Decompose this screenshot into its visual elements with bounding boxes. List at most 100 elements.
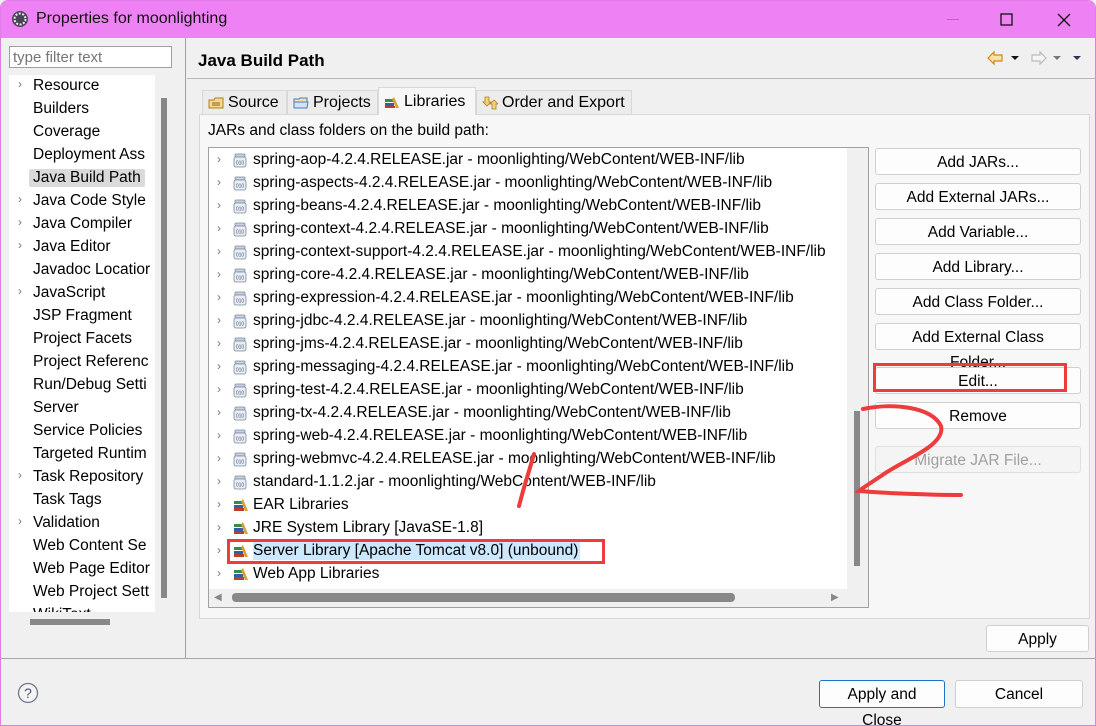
jar-entry[interactable]: › 010 spring-aop-4.2.4.RELEASE.jar - moonl… [209,149,849,172]
chevron-right-icon[interactable]: › [217,221,221,235]
add-external-jars-button[interactable]: Add External JARs... [875,183,1081,210]
library-entry[interactable]: › EAR Libraries [209,494,849,517]
add-library-button[interactable]: Add Library... [875,253,1081,280]
chevron-right-icon[interactable]: › [217,543,221,557]
migrate-jar-button[interactable]: Migrate JAR File... [875,446,1081,473]
chevron-right-icon[interactable]: › [18,284,22,298]
nav-item[interactable]: Service Policies [9,420,155,442]
nav-item[interactable]: Builders [9,98,155,120]
chevron-right-icon[interactable]: › [18,238,22,252]
library-entry[interactable]: › Web App Libraries [209,563,849,586]
remove-button[interactable]: Remove [875,402,1081,429]
chevron-right-icon[interactable]: › [18,215,22,229]
library-entry[interactable]: › Server Library [Apache Tomcat v8.0] (un… [209,540,849,563]
list-vertical-scroll-thumb[interactable] [854,411,860,566]
nav-item[interactable]: › Validation [9,512,155,534]
add-external-class-folder-button[interactable]: Add External Class Folder... [875,323,1081,371]
close-button[interactable] [1041,1,1087,38]
cancel-button[interactable]: Cancel [955,680,1083,708]
pane-divider[interactable] [185,38,186,658]
jar-entry[interactable]: › 010 spring-context-4.2.4.RELEASE.jar - m… [209,218,849,241]
help-icon[interactable]: ? [17,682,39,704]
jar-entry[interactable]: › 010 spring-core-4.2.4.RELEASE.jar - moon… [209,264,849,287]
apply-and-close-button[interactable]: Apply and Close [819,680,945,725]
nav-item[interactable]: Deployment Ass [9,144,155,166]
chevron-right-icon[interactable]: › [217,175,221,189]
forward-menu-chevron-icon[interactable] [1053,56,1061,60]
chevron-right-icon[interactable]: › [18,192,22,206]
jar-entry[interactable]: › 010 spring-web-4.2.4.RELEASE.jar - moonl… [209,425,849,448]
jar-entry[interactable]: › 010 spring-beans-4.2.4.RELEASE.jar - moo… [209,195,849,218]
forward-arrow-icon[interactable] [1031,50,1047,66]
nav-item[interactable]: Javadoc Locatior [9,259,155,281]
chevron-right-icon[interactable]: › [217,497,221,511]
chevron-right-icon[interactable]: › [217,336,221,350]
nav-item[interactable]: › Java Code Style [9,190,155,212]
chevron-right-icon[interactable]: › [18,514,22,528]
library-entry[interactable]: › JRE System Library [JavaSE-1.8] [209,517,849,540]
chevron-right-icon[interactable]: › [217,290,221,304]
nav-item[interactable]: › Java Compiler [9,213,155,235]
maximize-button[interactable] [984,1,1030,38]
chevron-right-icon[interactable]: › [217,405,221,419]
jar-entry[interactable]: › 010 spring-messaging-4.2.4.RELEASE.jar -… [209,356,849,379]
list-horizontal-scrollbar[interactable]: ◀ ▶ [209,589,868,607]
back-menu-chevron-icon[interactable] [1011,56,1019,60]
nav-vertical-scrollbar[interactable] [155,75,175,612]
nav-item[interactable]: › Task Repository [9,466,155,488]
chevron-right-icon[interactable]: › [217,566,221,580]
list-horizontal-scroll-thumb[interactable] [232,593,735,602]
add-class-folder-button[interactable]: Add Class Folder... [875,288,1081,315]
jar-entry[interactable]: › 010 standard-1.1.2.jar - moonlighting/We… [209,471,849,494]
chevron-right-icon[interactable]: › [217,359,221,373]
minimize-button[interactable] [931,1,977,38]
scroll-left-icon[interactable]: ◀ [214,592,222,603]
jar-entry[interactable]: › 010 spring-expression-4.2.4.RELEASE.jar … [209,287,849,310]
tab-source[interactable]: Source [202,90,287,114]
edit-button[interactable]: Edit... [875,367,1081,394]
nav-item[interactable]: Project Facets [9,328,155,350]
jar-entry[interactable]: › 010 spring-jdbc-4.2.4.RELEASE.jar - moon… [209,310,849,333]
jar-entry[interactable]: › 010 spring-jms-4.2.4.RELEASE.jar - moonl… [209,333,849,356]
nav-item[interactable]: Web Content Se [9,535,155,557]
list-vertical-scrollbar[interactable] [847,148,868,589]
chevron-right-icon[interactable]: › [217,382,221,396]
add-jars-button[interactable]: Add JARs... [875,148,1081,175]
nav-item[interactable]: Java Build Path [9,167,155,189]
jar-entry[interactable]: › 010 spring-tx-4.2.4.RELEASE.jar - moonli… [209,402,849,425]
nav-item[interactable]: Targeted Runtim [9,443,155,465]
view-menu-icon[interactable] [1073,56,1081,60]
tab-libraries[interactable]: Libraries [378,87,476,115]
chevron-right-icon[interactable]: › [18,468,22,482]
nav-item[interactable]: Run/Debug Setti [9,374,155,396]
apply-button[interactable]: Apply [986,625,1089,652]
tab-projects[interactable]: Projects [287,90,378,114]
chevron-right-icon[interactable]: › [217,198,221,212]
chevron-right-icon[interactable]: › [217,267,221,281]
scroll-right-icon[interactable]: ▶ [831,592,839,603]
nav-item[interactable]: › JavaScript [9,282,155,304]
tab-order-export[interactable]: Order and Export [476,90,632,114]
nav-item[interactable]: Web Page Editor [9,558,155,580]
add-variable-button[interactable]: Add Variable... [875,218,1081,245]
nav-item[interactable]: Server [9,397,155,419]
jar-entry[interactable]: › 010 spring-webmvc-4.2.4.RELEASE.jar - mo… [209,448,849,471]
chevron-right-icon[interactable]: › [217,474,221,488]
nav-item[interactable]: › Resource [9,75,155,97]
nav-item[interactable]: Task Tags [9,489,155,511]
nav-item[interactable]: Project Referenc [9,351,155,373]
back-arrow-icon[interactable] [987,50,1003,66]
nav-item[interactable]: › Java Editor [9,236,155,258]
nav-vertical-scroll-thumb[interactable] [161,98,167,598]
jar-entry[interactable]: › 010 spring-context-support-4.2.4.RELEASE… [209,241,849,264]
chevron-right-icon[interactable]: › [18,77,22,91]
jar-entry[interactable]: › 010 spring-aspects-4.2.4.RELEASE.jar - m… [209,172,849,195]
chevron-right-icon[interactable]: › [217,313,221,327]
nav-horizontal-scrollbar[interactable] [9,612,175,632]
chevron-right-icon[interactable]: › [217,152,221,166]
nav-horizontal-scroll-thumb[interactable] [30,619,110,625]
chevron-right-icon[interactable]: › [217,451,221,465]
nav-item[interactable]: Coverage [9,121,155,143]
jar-entry[interactable]: › 010 spring-test-4.2.4.RELEASE.jar - moon… [209,379,849,402]
nav-item[interactable]: JSP Fragment [9,305,155,327]
